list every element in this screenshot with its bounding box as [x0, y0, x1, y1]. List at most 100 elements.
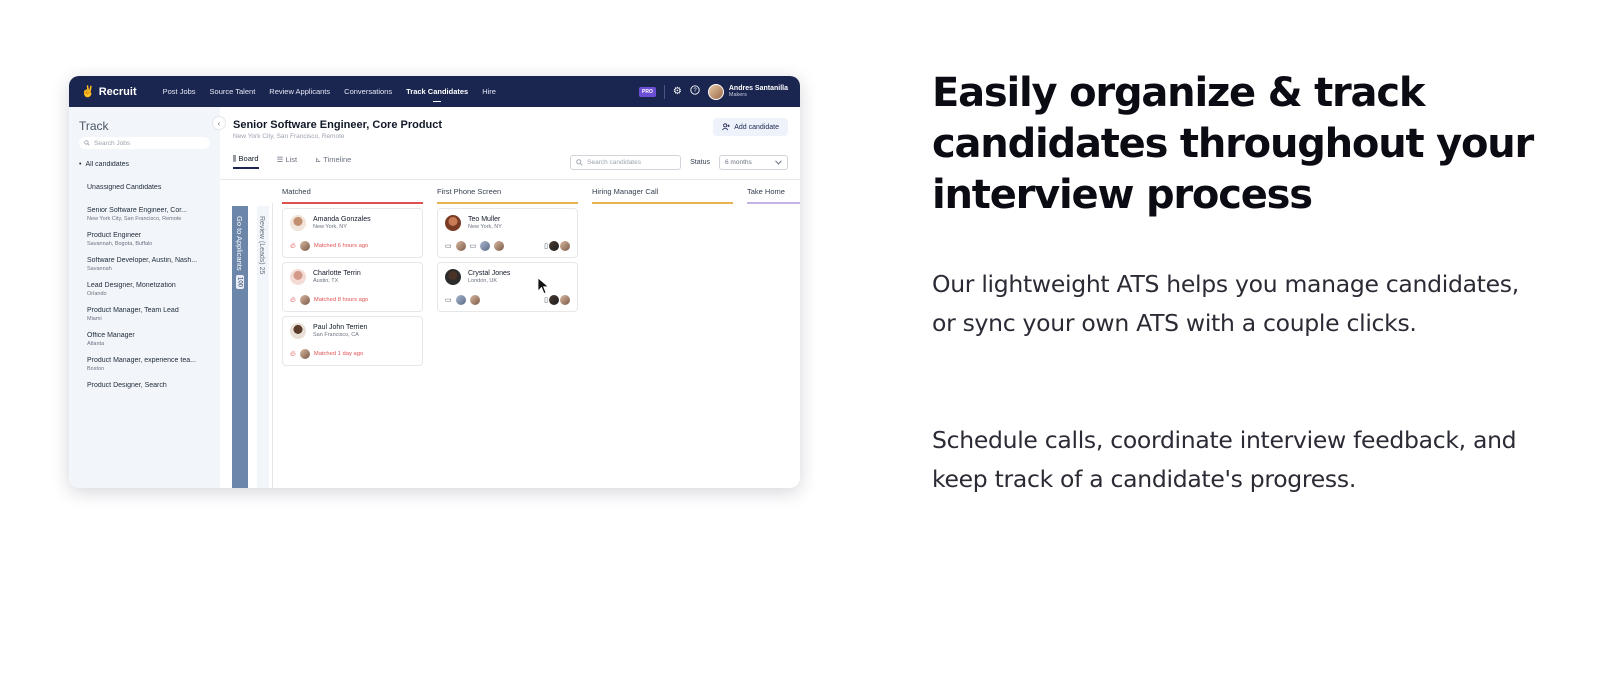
- candidate-card[interactable]: Teo Muller New York, NY ▭ ▭ ▯: [437, 208, 578, 258]
- sidebar-job-item[interactable]: Product Engineer Savannah, Bogota, Buffa…: [79, 232, 210, 247]
- status-select[interactable]: 6 months: [719, 155, 788, 170]
- flame-icon: 🔥︎: [290, 349, 296, 358]
- candidate-card[interactable]: Amanda Gonzales New York, NY 🔥︎ Matched …: [282, 208, 423, 258]
- matched-status: Matched 6 hours ago: [313, 243, 369, 249]
- avatar: [445, 269, 461, 285]
- candidate-location: New York, NY: [313, 224, 347, 230]
- job-title: Office Manager: [87, 332, 135, 339]
- document-icon: ▯: [544, 243, 548, 250]
- rail-label: Go to Applicants: [235, 216, 244, 271]
- job-title: Product Engineer: [87, 232, 142, 239]
- status-label: Status: [690, 159, 710, 166]
- collapse-chevron-icon[interactable]: ‹: [212, 116, 226, 130]
- tab-timeline[interactable]: ⊾ Timeline: [315, 155, 351, 169]
- avatar: [707, 83, 724, 100]
- avatar: [290, 269, 306, 285]
- divider: [272, 203, 273, 488]
- candidate-card[interactable]: Crystal Jones London, UK ▭ ▯: [437, 262, 578, 312]
- candidate-name: Charlotte Terrin: [313, 270, 361, 277]
- job-location: New York City, San Francisco, Remote: [87, 216, 182, 222]
- tab-label: List: [285, 154, 298, 164]
- column-header: Take Home: [747, 187, 800, 204]
- user-menu[interactable]: Andres Santanilla Makers: [707, 83, 788, 100]
- avatar: [560, 241, 570, 251]
- description-paragraph: Our lightweight ATS helps you manage can…: [932, 270, 1519, 337]
- sidebar-job-item[interactable]: Product Designer, Search: [79, 382, 210, 389]
- nav-post-jobs[interactable]: Post Jobs: [163, 87, 196, 96]
- calendar-icon: ▭: [445, 243, 452, 250]
- nav-source-talent[interactable]: Source Talent: [210, 87, 256, 96]
- avatar: [299, 241, 310, 251]
- page: ✌ Recruit Post Jobs Source Talent Review…: [0, 0, 1600, 680]
- candidate-name: Amanda Gonzales: [313, 216, 371, 223]
- sidebar-item-unassigned[interactable]: Unassigned Candidates: [79, 184, 210, 191]
- chevron-down-icon: [775, 160, 782, 165]
- settings-icon[interactable]: ⚙: [673, 86, 682, 97]
- main-nav: Post Jobs Source Talent Review Applicant…: [163, 87, 496, 102]
- candidate-card[interactable]: Charlotte Terrin Austin, TX 🔥︎ Matched 8…: [282, 262, 423, 312]
- nav-review-applicants[interactable]: Review Applicants: [269, 87, 330, 96]
- candidate-name: Crystal Jones: [468, 270, 511, 277]
- top-nav-bar: ✌ Recruit Post Jobs Source Talent Review…: [69, 76, 800, 107]
- job-title: Lead Designer, Monetization: [87, 282, 176, 289]
- pro-badge: PRO: [639, 86, 656, 97]
- nav-track-candidates[interactable]: Track Candidates: [406, 87, 468, 102]
- divider: [220, 179, 800, 180]
- matched-status: Matched 1 day ago: [313, 351, 364, 357]
- sidebar-job-item[interactable]: Lead Designer, Monetization Orlando: [79, 282, 210, 297]
- tab-board[interactable]: ⫼ Board: [233, 154, 259, 169]
- job-location: Savannah: [87, 266, 112, 272]
- board-filters: Search candidates Status 6 months: [570, 155, 788, 170]
- column-matched: Matched Amanda Gonzales New York, NY 🔥︎ …: [282, 187, 423, 366]
- job-search-placeholder: Search Jobs: [94, 139, 131, 147]
- sidebar-job-item[interactable]: Product Manager, Team Lead Miami: [79, 307, 210, 322]
- candidate-card[interactable]: Paul John Terrien San Francisco, CA 🔥︎ M…: [282, 316, 423, 366]
- description-paragraph: Schedule calls, coordinate interview fee…: [932, 426, 1517, 493]
- flame-icon: 🔥︎: [290, 241, 296, 250]
- svg-text:?: ?: [693, 88, 697, 94]
- job-location: Boston: [87, 366, 105, 372]
- help-icon[interactable]: ?: [690, 85, 700, 98]
- brand-logo[interactable]: ✌ Recruit: [81, 85, 137, 99]
- job-location: Atlanta: [87, 341, 105, 347]
- job-title: Product Designer, Search: [87, 382, 167, 389]
- board-area: Senior Software Engineer, Core Product N…: [220, 107, 800, 488]
- sidebar-job-item[interactable]: Office Manager Atlanta: [79, 332, 210, 347]
- logo-icon: ✌: [81, 86, 95, 98]
- jobs-sidebar: Track Search Jobs All candidates Unassig…: [69, 107, 220, 488]
- avatar: [299, 295, 310, 305]
- avatar: [290, 323, 306, 339]
- avatar: [290, 215, 306, 231]
- candidate-search-placeholder: Search candidates: [587, 159, 641, 166]
- job-title: Product Manager, experience tea...: [87, 357, 196, 364]
- add-candidate-button[interactable]: Add candidate: [713, 118, 788, 136]
- sidebar-item-all-candidates[interactable]: All candidates: [79, 161, 210, 168]
- sidebar-job-item[interactable]: Software Developer, Austin, Nash... Sava…: [79, 257, 210, 272]
- avatar: [549, 241, 559, 251]
- top-right-controls: PRO ⚙ ? Andres Santanilla Makers: [639, 83, 788, 100]
- matched-status: Matched 8 hours ago: [313, 297, 369, 303]
- nav-conversations[interactable]: Conversations: [344, 87, 392, 96]
- sidebar-job-item[interactable]: Senior Software Engineer, Cor... New Yor…: [79, 207, 210, 222]
- tab-list[interactable]: ☰ List: [277, 155, 297, 169]
- status-value: 6 months: [725, 159, 752, 166]
- job-title: Senior Software Engineer, Cor...: [87, 207, 187, 214]
- job-location: Savannah, Bogota, Buffalo: [87, 241, 153, 247]
- flame-icon: 🔥︎: [290, 295, 296, 304]
- candidate-location: London, UK: [468, 278, 498, 284]
- job-search-input[interactable]: Search Jobs: [79, 137, 210, 149]
- nav-hire[interactable]: Hire: [482, 87, 496, 96]
- candidate-search-input[interactable]: Search candidates: [570, 155, 682, 170]
- review-leads-rail[interactable]: Review (Leads) 25: [257, 206, 269, 488]
- add-candidate-label: Add candidate: [734, 123, 779, 131]
- candidate-name: Paul John Terrien: [313, 324, 368, 331]
- page-title: Senior Software Engineer, Core Product: [233, 119, 443, 131]
- sidebar-job-item[interactable]: Product Manager, experience tea... Bosto…: [79, 357, 210, 372]
- avatar: [469, 295, 480, 305]
- job-title: Software Developer, Austin, Nash...: [87, 257, 198, 264]
- go-to-applicants-rail[interactable]: Go to Applicants 100: [232, 206, 248, 488]
- headline: Easily organize & track candidates throu…: [932, 70, 1534, 218]
- column-header: First Phone Screen: [437, 187, 578, 204]
- sidebar-title: Track: [79, 119, 109, 133]
- job-title: Product Manager, Team Lead: [87, 307, 179, 314]
